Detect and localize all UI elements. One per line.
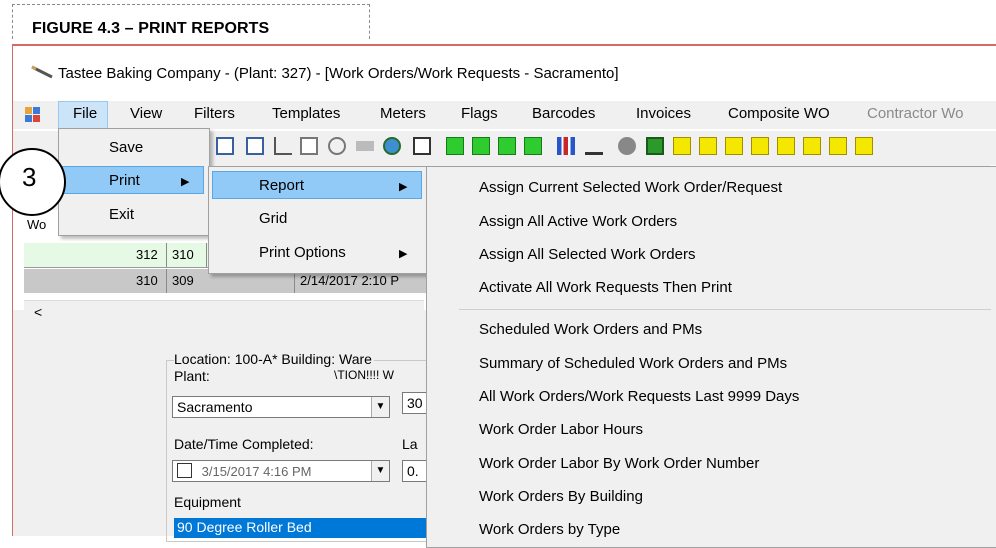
cell-divider <box>166 243 167 267</box>
image-icon[interactable] <box>646 137 664 155</box>
cell-divider <box>206 243 207 267</box>
figure-caption: FIGURE 4.3 – PRINT REPORTS <box>32 20 270 37</box>
labor-label: La <box>402 436 418 452</box>
cell-divider <box>166 269 167 293</box>
menu-view[interactable]: View <box>130 105 162 122</box>
menu-item-print[interactable]: Print <box>109 172 140 189</box>
row-cell-id: 310 <box>136 273 158 288</box>
step-callout-number: 3 <box>22 162 37 192</box>
date-completed-picker[interactable]: 3/15/2017 4:16 PM ▼ <box>172 460 390 482</box>
menu-invoices[interactable]: Invoices <box>636 105 691 122</box>
key-icon[interactable] <box>328 137 346 155</box>
print-submenu: Report ▶ Grid Print Options ▶ <box>208 166 428 274</box>
plant-select[interactable]: Sacramento ▼ <box>172 396 390 418</box>
form-icon[interactable] <box>413 137 431 155</box>
ruler-icon[interactable] <box>274 137 292 155</box>
menu-item-exit[interactable]: Exit <box>109 206 134 223</box>
money-icon[interactable] <box>246 137 264 155</box>
yellow-doc-icon[interactable] <box>855 137 873 155</box>
file-menu: Save Print ▶ Exit <box>58 128 210 236</box>
scroll-left-icon[interactable]: < <box>34 304 42 320</box>
barcode-icon[interactable] <box>356 141 374 151</box>
menu-item-grid[interactable]: Grid <box>259 210 287 227</box>
mdi-window-icon[interactable] <box>24 106 42 124</box>
location-line2: \TION!!!! W <box>334 368 394 382</box>
green-edit-icon[interactable] <box>524 137 542 155</box>
menu-templates[interactable]: Templates <box>272 105 340 122</box>
window-title: Tastee Baking Company - (Plant: 327) - [… <box>58 65 619 82</box>
chevron-down-icon[interactable]: ▼ <box>371 397 389 417</box>
report-wo-by-building[interactable]: Work Orders By Building <box>479 488 643 505</box>
report-item-highlight <box>212 171 422 199</box>
menu-barcodes[interactable]: Barcodes <box>532 105 595 122</box>
chevron-down-icon[interactable]: ▼ <box>371 461 389 481</box>
green-doc-icon[interactable] <box>446 137 464 155</box>
plant-label: Plant: <box>174 368 210 384</box>
date-completed-value: 3/15/2017 4:16 PM <box>201 464 312 479</box>
menu-item-print-options[interactable]: Print Options <box>259 244 346 261</box>
yellow-money-icon[interactable] <box>777 137 795 155</box>
clock-icon[interactable] <box>383 137 401 155</box>
menu-contractor-wo[interactable]: Contractor Wo <box>867 105 963 122</box>
report-assign-all-selected[interactable]: Assign All Selected Work Orders <box>479 246 695 263</box>
submenu-arrow-icon: ▶ <box>399 181 408 193</box>
menu-item-save[interactable]: Save <box>109 139 143 156</box>
menu-file[interactable]: File <box>73 105 97 122</box>
yellow-doc-icon[interactable] <box>699 137 717 155</box>
report-summary-scheduled[interactable]: Summary of Scheduled Work Orders and PMs <box>479 355 787 372</box>
report-all-wo-9999-days[interactable]: All Work Orders/Work Requests Last 9999 … <box>479 388 799 405</box>
app-pen-icon <box>31 65 53 79</box>
report-labor-hours[interactable]: Work Order Labor Hours <box>479 421 643 438</box>
money-icon[interactable] <box>216 137 234 155</box>
horizontal-scrollbar[interactable]: < <box>24 300 424 323</box>
menu-filters[interactable]: Filters <box>194 105 235 122</box>
yellow-doc-icon[interactable] <box>803 137 821 155</box>
row-cell-date: 2/14/2017 2:10 P <box>300 273 400 288</box>
report-activate-all-requests[interactable]: Activate All Work Requests Then Print <box>479 279 732 296</box>
report-assign-all-active[interactable]: Assign All Active Work Orders <box>479 213 677 230</box>
report-submenu: Assign Current Selected Work Order/Reque… <box>426 166 996 548</box>
report-scheduled-wo-pms[interactable]: Scheduled Work Orders and PMs <box>479 321 702 338</box>
yellow-chart-icon[interactable] <box>725 137 743 155</box>
grid-header-wo[interactable]: Wo <box>27 217 46 232</box>
date-checkbox[interactable] <box>177 463 192 478</box>
yellow-doc-icon[interactable] <box>673 137 691 155</box>
yellow-ruler-icon[interactable] <box>751 137 769 155</box>
submenu-arrow-icon: ▶ <box>399 248 408 260</box>
plant-select-value: Sacramento <box>177 399 253 415</box>
row-cell-number: 310 <box>172 247 194 262</box>
gear-icon[interactable] <box>618 137 636 155</box>
location-label: Location: 100-A* Building: Ware <box>174 351 374 367</box>
yellow-doc-icon[interactable] <box>829 137 847 155</box>
bar-chart-icon[interactable] <box>557 137 575 155</box>
equipment-label: Equipment <box>174 494 241 510</box>
submenu-arrow-icon: ▶ <box>181 176 190 188</box>
menu-composite-wo[interactable]: Composite WO <box>728 105 830 122</box>
menu-flags[interactable]: Flags <box>461 105 498 122</box>
labor-value: 0. <box>407 463 419 479</box>
chart-icon[interactable] <box>300 137 318 155</box>
report-labor-by-wo-number[interactable]: Work Order Labor By Work Order Number <box>479 455 759 472</box>
row-cell-id: 312 <box>136 247 158 262</box>
menu-meters[interactable]: Meters <box>380 105 426 122</box>
plant-extra-value: 30 <box>407 395 423 411</box>
report-assign-current[interactable]: Assign Current Selected Work Order/Reque… <box>479 179 782 196</box>
equipment-selected-item[interactable]: 90 Degree Roller Bed <box>174 518 432 538</box>
menu-item-report[interactable]: Report <box>259 177 304 194</box>
green-chart-icon[interactable] <box>498 137 516 155</box>
date-completed-label: Date/Time Completed: <box>174 436 314 452</box>
report-wo-by-type[interactable]: Work Orders by Type <box>479 521 620 538</box>
chart-settings-icon[interactable] <box>585 137 603 155</box>
green-ruler-icon[interactable] <box>472 137 490 155</box>
menu-separator <box>459 309 991 310</box>
row-cell-number: 309 <box>172 273 194 288</box>
